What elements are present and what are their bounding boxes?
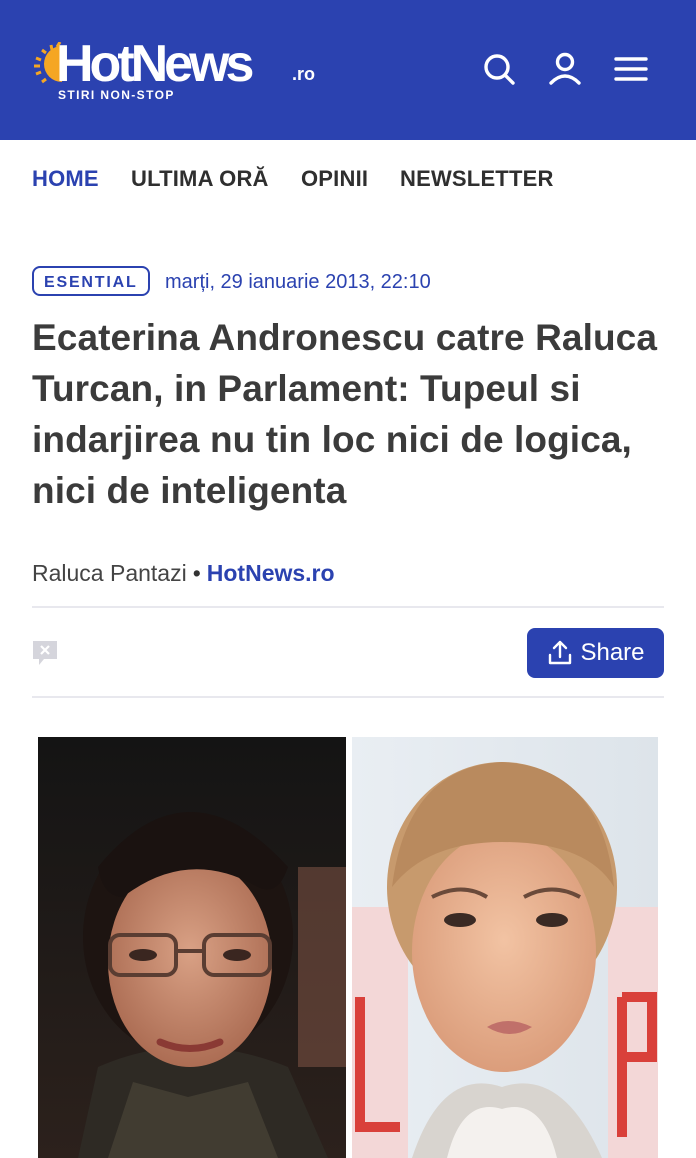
portrait-image-right bbox=[352, 737, 658, 1158]
share-upload-icon bbox=[549, 640, 572, 665]
search-icon[interactable] bbox=[480, 50, 518, 88]
publish-date: marți, 29 ianuarie 2013, 22:10 bbox=[165, 271, 431, 293]
user-account-icon[interactable] bbox=[546, 50, 584, 88]
logo-tagline: STIRI NON-STOP bbox=[58, 88, 175, 102]
hotnews-logo[interactable]: HotNews .ro STIRI NON-STOP bbox=[30, 35, 330, 108]
nav-home[interactable]: HOME bbox=[32, 166, 99, 192]
share-button[interactable]: Share bbox=[527, 628, 664, 678]
share-label: Share bbox=[580, 639, 645, 666]
nav-ultima-ora[interactable]: ULTIMA ORĂ bbox=[131, 166, 269, 192]
source-link[interactable]: HotNews.ro bbox=[207, 560, 335, 586]
category-badge[interactable]: ESENTIAL bbox=[32, 266, 150, 296]
nav-newsletter[interactable]: NEWSLETTER bbox=[400, 166, 554, 192]
article-title: Ecaterina Andronescu catre Raluca Turcan… bbox=[32, 317, 658, 511]
top-header: HotNews .ro STIRI NON-STOP bbox=[0, 0, 696, 140]
portrait-image-left bbox=[38, 737, 346, 1158]
logo-suffix: .ro bbox=[292, 64, 316, 84]
byline: Raluca Pantazi • HotNews.ro bbox=[32, 556, 335, 590]
divider-bottom bbox=[32, 696, 664, 698]
article-photo-left bbox=[38, 737, 346, 1158]
main-navigation: HOME ULTIMA ORĂ OPINII NEWSLETTER bbox=[0, 140, 696, 218]
divider-top bbox=[32, 606, 664, 608]
nav-opinii[interactable]: OPINII bbox=[301, 166, 368, 192]
byline-separator: • bbox=[192, 560, 201, 586]
hamburger-menu-icon[interactable] bbox=[612, 50, 650, 88]
article-photo-right bbox=[352, 737, 658, 1158]
author-name[interactable]: Raluca Pantazi bbox=[32, 560, 187, 586]
comment-icon[interactable] bbox=[32, 640, 58, 666]
logo-wordmark: HotNews bbox=[56, 35, 254, 93]
